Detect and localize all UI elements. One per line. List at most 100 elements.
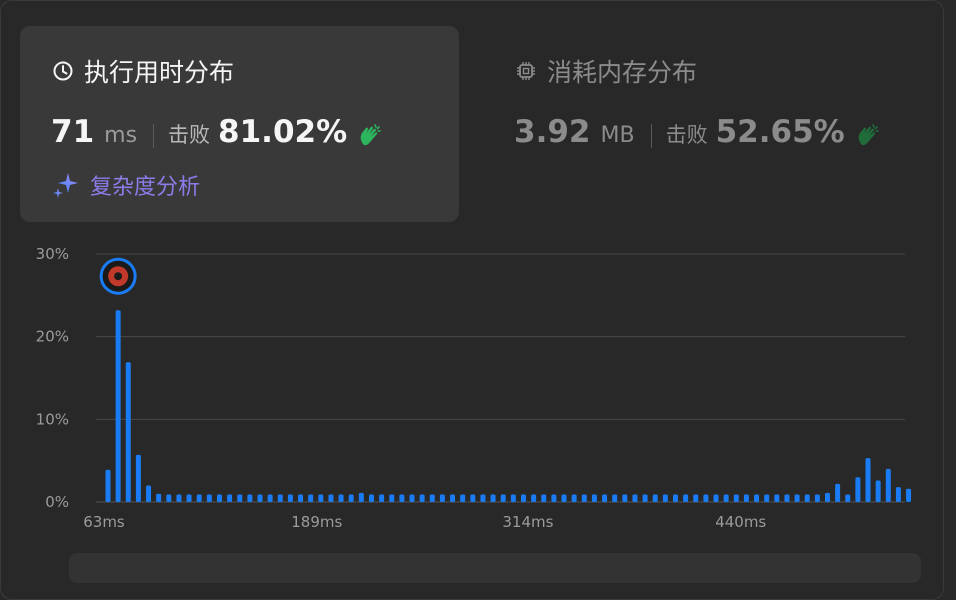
chart-bar[interactable] (237, 494, 243, 502)
chart-bar[interactable] (419, 494, 425, 502)
your-submission-marker[interactable] (99, 257, 137, 295)
chart-bar[interactable] (227, 494, 233, 502)
clap-icon (360, 124, 381, 146)
chart-bar[interactable] (500, 494, 506, 502)
chart-bar[interactable] (490, 494, 496, 502)
chart-bar[interactable] (855, 477, 861, 502)
chart-bar[interactable] (308, 494, 314, 502)
chart-bar[interactable] (906, 488, 912, 502)
y-tick-label: 10% (36, 410, 69, 428)
chart-bar[interactable] (713, 494, 719, 502)
chart-bar[interactable] (206, 494, 212, 502)
chart-bar[interactable] (662, 494, 668, 502)
chart-bar[interactable] (591, 494, 597, 502)
y-tick-label: 30% (36, 245, 69, 263)
chart-bar[interactable] (875, 480, 881, 502)
chart-bar[interactable] (216, 494, 222, 502)
x-tick-label: 314ms (502, 513, 553, 531)
chart-bar[interactable] (439, 494, 445, 502)
chart-bar[interactable] (379, 494, 385, 502)
chart-bar[interactable] (723, 494, 729, 502)
chart-bar[interactable] (541, 494, 547, 502)
chart-bar[interactable] (895, 487, 901, 502)
chart-bar[interactable] (622, 494, 628, 502)
chart-bar[interactable] (176, 494, 182, 502)
chart-bar[interactable] (642, 494, 648, 502)
runtime-distribution-chart[interactable]: 30% 20% 10% 0% 63ms 189ms 314ms 440ms (1, 236, 956, 536)
chart-bar[interactable] (186, 494, 192, 502)
chart-bar[interactable] (135, 454, 141, 502)
chart-bar[interactable] (156, 493, 162, 502)
chart-bar[interactable] (612, 494, 618, 502)
chart-bar[interactable] (602, 494, 608, 502)
runtime-beat-label: 击败 (168, 123, 211, 147)
chart-bar[interactable] (632, 494, 638, 502)
y-tick-label: 0% (45, 493, 69, 511)
chart-bar[interactable] (804, 494, 810, 502)
chart-bar[interactable] (865, 458, 871, 502)
chart-bar[interactable] (196, 494, 202, 502)
memory-title: 消耗内存分布 (515, 54, 697, 88)
chart-bar[interactable] (510, 494, 516, 502)
chart-bar[interactable] (328, 494, 334, 502)
sparkle-icon (53, 173, 78, 198)
chart-bar[interactable] (480, 494, 486, 502)
chart-bar[interactable] (115, 310, 121, 502)
chart-bar[interactable] (824, 492, 830, 502)
chart-bar[interactable] (743, 494, 749, 502)
chart-bar[interactable] (885, 468, 891, 502)
chart-bar[interactable] (703, 494, 709, 502)
chart-bar[interactable] (845, 494, 851, 502)
chart-bar[interactable] (561, 494, 567, 502)
chart-bar[interactable] (531, 494, 537, 502)
chart-bar[interactable] (470, 494, 476, 502)
chart-bar[interactable] (287, 494, 293, 502)
chart-bar[interactable] (409, 494, 415, 502)
chart-bar[interactable] (399, 494, 405, 502)
chart-bar[interactable] (105, 469, 111, 502)
memory-card[interactable]: 消耗内存分布 3.92 MB 击败 52.65% (501, 26, 931, 222)
chart-bar[interactable] (460, 494, 466, 502)
chart-bar[interactable] (247, 494, 253, 502)
metric-divider (153, 124, 155, 148)
chart-bar[interactable] (348, 494, 354, 502)
chart-bar[interactable] (581, 494, 587, 502)
runtime-card[interactable]: 执行用时分布 71 ms 击败 81.02% 复杂度分析 (20, 26, 459, 222)
chart-bar[interactable] (571, 494, 577, 502)
chart-bar[interactable] (774, 494, 780, 502)
chart-bar[interactable] (733, 494, 739, 502)
chart-bar[interactable] (146, 485, 152, 502)
memory-value: 3.92 (514, 114, 591, 150)
chart-bar[interactable] (683, 494, 689, 502)
chart-bar[interactable] (551, 494, 557, 502)
chart-bar[interactable] (338, 494, 344, 502)
chart-bar[interactable] (764, 494, 770, 502)
chart-bar[interactable] (835, 483, 841, 502)
chart-bar[interactable] (450, 494, 456, 502)
chart-bar[interactable] (298, 494, 304, 502)
chart-bar[interactable] (814, 494, 820, 502)
chart-bar[interactable] (693, 494, 699, 502)
chart-bar[interactable] (754, 494, 760, 502)
chart-bar[interactable] (784, 494, 790, 502)
chart-bar[interactable] (358, 492, 364, 502)
result-panel: 执行用时分布 71 ms 击败 81.02% 复杂度分析 消耗内存分布 3.92… (0, 0, 944, 600)
complexity-analysis-link[interactable]: 复杂度分析 (52, 169, 200, 201)
chart-bar[interactable] (520, 494, 526, 502)
chart-bar[interactable] (672, 494, 678, 502)
chart-bar[interactable] (652, 494, 658, 502)
runtime-title-text: 执行用时分布 (84, 58, 235, 87)
chart-bar[interactable] (794, 494, 800, 502)
chart-bar[interactable] (277, 494, 283, 502)
chart-svg: 30% 20% 10% 0% 63ms 189ms 314ms 440ms (36, 245, 912, 531)
chart-bar[interactable] (257, 494, 263, 502)
chart-bar[interactable] (267, 494, 273, 502)
chart-bar[interactable] (368, 494, 374, 502)
chart-bar[interactable] (166, 494, 172, 502)
x-tick-label: 440ms (715, 513, 766, 531)
clock-icon (53, 61, 73, 81)
chart-bar[interactable] (318, 494, 324, 502)
chart-bar[interactable] (389, 494, 395, 502)
chart-bar[interactable] (429, 494, 435, 502)
chart-bar[interactable] (125, 362, 131, 502)
